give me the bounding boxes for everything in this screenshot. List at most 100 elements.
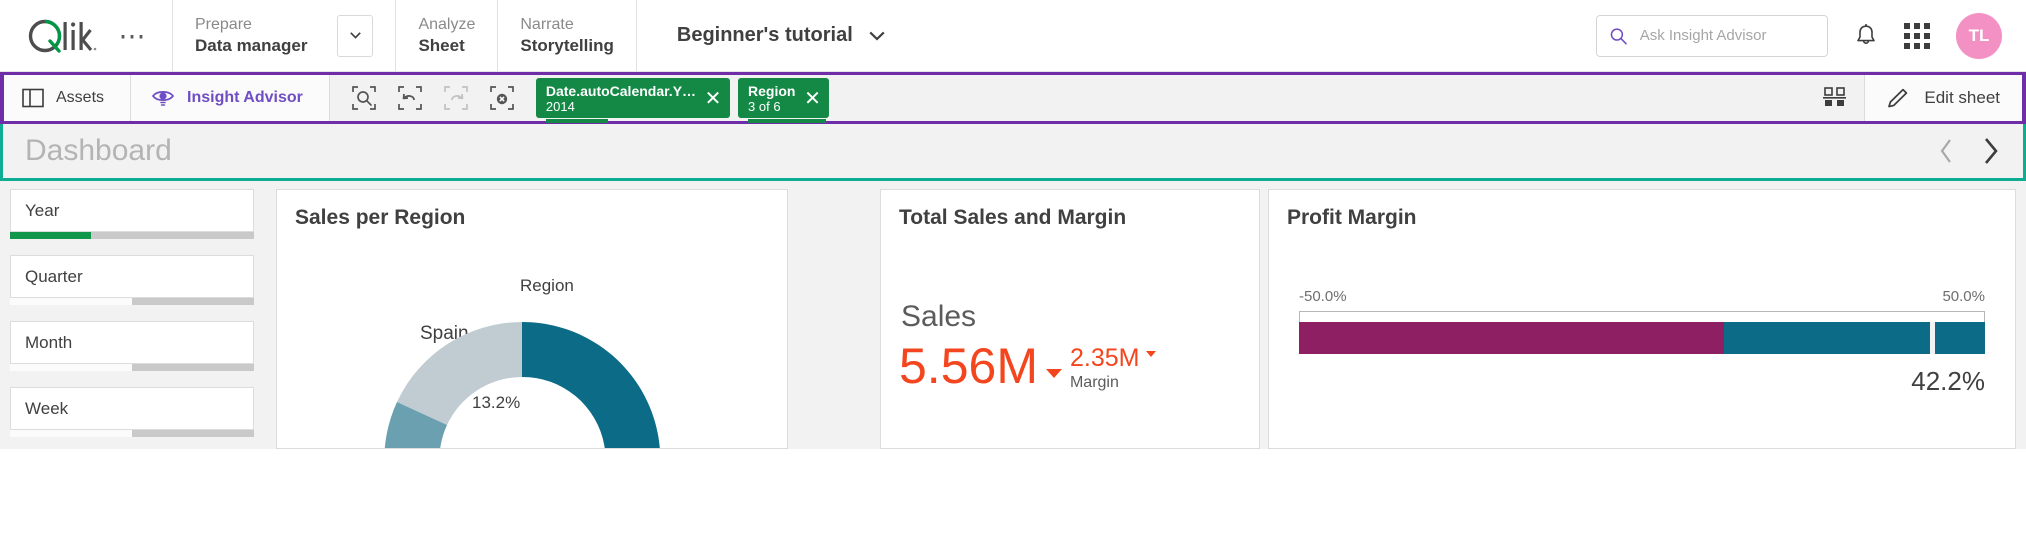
step-forward-icon[interactable] [436,78,476,118]
filter-month-track [10,364,254,371]
selection-chip-value: 2014 [546,100,696,114]
selection-chip-date[interactable]: Date.autoCalendar.Y… 2014 ✕ [536,78,730,118]
sheet-overview-icon[interactable] [1806,75,1864,121]
selection-chip-title: Date.autoCalendar.Y… [546,83,696,99]
avatar[interactable]: TL [1956,13,2002,59]
chart-sales-per-region[interactable]: Sales per Region Region Spain 13.2% 54.5… [276,189,788,449]
assets-button[interactable]: Assets [4,75,131,121]
donut-chart[interactable]: Region Spain 13.2% 54.5% [277,230,787,449]
gauge-body: -50.0% 50.0% 42.2% [1269,230,2015,397]
gauge-profit-margin[interactable]: Profit Margin -50.0% 50.0% 42.2% [1268,189,2016,449]
insight-advisor-label: Insight Advisor [187,89,303,107]
nav-narrate[interactable]: Narrate Storytelling [497,0,636,71]
selection-chip-value: 3 of 6 [748,100,795,114]
nav-narrate-label: Storytelling [520,36,614,55]
kpi-secondary-value: 2.35M [1070,344,1139,372]
app-launcher-button[interactable] [1904,23,1930,49]
gauge-axis-line [1299,311,1985,322]
filter-quarter[interactable]: Quarter [10,255,254,305]
gauge-segment-negative [1299,322,1724,354]
filter-quarter-fill [10,298,132,305]
nav-prepare[interactable]: Prepare Data manager [172,0,395,71]
filter-month-label: Month [10,321,254,364]
chevron-right-icon [1981,136,2001,166]
kpi-values-row: 5.56M 2.35M Margin [899,334,1259,394]
insight-advisor-button[interactable]: Insight Advisor [131,75,330,121]
toolbar-right-actions: Edit sheet [1806,75,2022,121]
gauge-value-label: 42.2% [1299,354,1985,397]
close-icon[interactable]: ✕ [795,78,829,118]
kpi-total-sales-and-margin[interactable]: Total Sales and Margin Sales 5.56M 2.35M… [880,189,1260,449]
filter-week-label: Week [10,387,254,430]
filter-week[interactable]: Week [10,387,254,437]
sheet-title-bar: Dashboard [0,124,2026,181]
nav-prepare-label: Data manager [195,36,307,55]
donut-svg [377,315,667,449]
filter-year-fill [10,232,91,239]
clear-selections-icon[interactable] [482,78,522,118]
edit-sheet-button[interactable]: Edit sheet [1864,75,2022,121]
insight-advisor-eye-icon [151,87,175,109]
kpi-main-value: 5.56M [899,338,1038,394]
gauge-bar [1299,322,1985,354]
kpi-measure-label: Sales [901,230,1259,334]
gauge-segment-positive [1724,322,1985,354]
ellipsis-icon: ⋯ [119,32,148,40]
filter-month[interactable]: Month [10,321,254,371]
insight-advisor-search[interactable] [1596,15,1828,57]
selection-search-icon[interactable] [344,78,384,118]
pencil-icon [1885,85,1911,111]
header-spacer [925,0,1596,71]
filter-week-track [10,430,254,437]
chevron-down-icon [869,31,885,41]
filter-year-label: Year [10,189,254,232]
bell-icon [1854,23,1878,49]
app-title-dropdown[interactable]: Beginner's tutorial [636,0,925,71]
sheet-navigation [1939,136,2007,166]
filter-month-fill [10,364,132,371]
previous-sheet-button[interactable] [1939,138,1955,164]
kpi-title: Total Sales and Margin [881,190,1259,230]
close-icon[interactable]: ✕ [696,78,730,118]
donut-legend-title: Region [520,276,574,296]
qlik-logo-icon[interactable] [26,18,98,54]
step-back-icon[interactable] [390,78,430,118]
selection-chip-region[interactable]: Region 3 of 6 ✕ [738,78,829,118]
nav-analyze-label: Sheet [418,36,475,55]
selection-toolbar: Assets Insight Advisor [0,72,2026,124]
grid-apps-icon [1904,23,1930,49]
notifications-button[interactable] [1854,23,1878,49]
nav-analyze[interactable]: Analyze Sheet [395,0,497,71]
chevron-left-icon [1939,138,1955,164]
trend-down-small-icon [1146,351,1156,357]
filter-year-track [10,232,254,239]
nav-prepare-section: Prepare [195,16,307,33]
more-options-button[interactable]: ⋯ [116,19,150,53]
nav-narrate-section: Narrate [520,16,614,33]
header-actions: TL [1596,0,2026,71]
next-sheet-button[interactable] [1981,136,2001,166]
filter-quarter-track [10,298,254,305]
gauge-max-label: 50.0% [1942,288,1985,305]
gauge-axis-labels: -50.0% 50.0% [1299,288,1985,305]
assets-label: Assets [56,89,104,107]
search-icon [1609,25,1628,47]
filter-quarter-label: Quarter [10,255,254,298]
sheet-content: Year Quarter Month Week Sales per Regi [0,181,2026,449]
search-input[interactable] [1640,27,1815,44]
gauge-title: Profit Margin [1269,190,2015,230]
filter-year[interactable]: Year [10,189,254,239]
trend-down-icon [1046,369,1062,378]
top-navigation-bar: ⋯ Prepare Data manager Analyze Sheet Nar… [0,0,2026,72]
nav-prepare-dropdown-button[interactable] [337,15,373,57]
filter-pane: Year Quarter Month Week [0,189,268,449]
kpi-secondary-label: Margin [1070,374,1156,392]
selection-chips: Date.autoCalendar.Y… 2014 ✕ Region 3 of … [532,75,830,121]
assets-panel-icon [22,88,44,108]
sheet-title: Dashboard [25,134,172,168]
gauge-min-label: -50.0% [1299,288,1347,305]
layout-gap [796,189,872,449]
selection-actions [330,75,532,121]
selection-chip-wrapper: Date.autoCalendar.Y… 2014 ✕ [536,78,730,118]
logo-zone: ⋯ [0,0,172,71]
